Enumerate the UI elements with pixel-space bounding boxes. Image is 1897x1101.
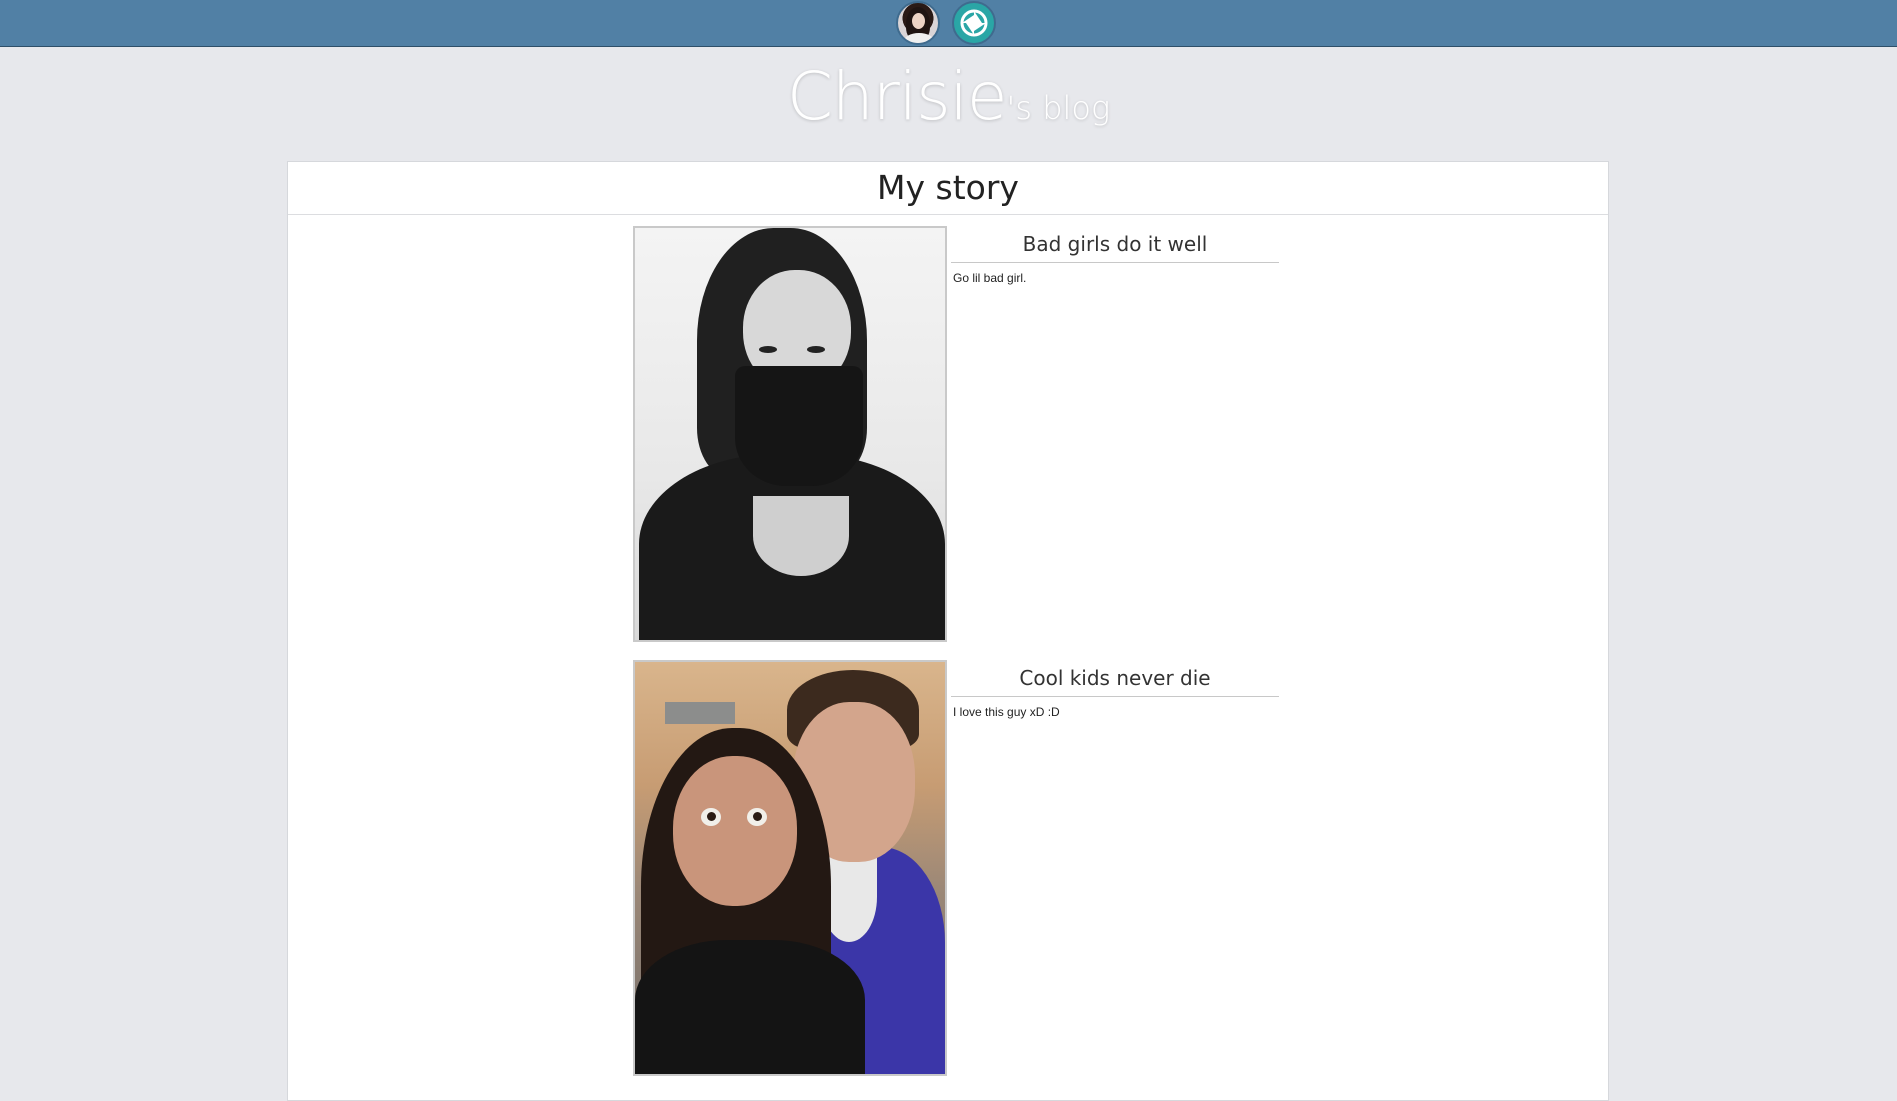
photo-eye [701,808,721,826]
avatar-body [904,33,934,43]
photo-girl-face [673,756,797,906]
photos-icon[interactable] [952,1,996,45]
photo-black-shirt [635,940,865,1074]
photo-ceiling-vent [665,702,735,724]
top-navigation-bar [0,0,1897,47]
photo-chest [753,496,849,576]
avatar-face [912,13,925,29]
shutter-icon [960,9,988,37]
post-body: I love this guy xD :D [953,705,1060,719]
post-title[interactable]: Cool kids never die [951,666,1279,697]
post-title[interactable]: Bad girls do it well [951,232,1279,263]
post-photo[interactable] [633,226,947,642]
blog-name: Chrisie [786,58,1008,135]
photo-eye [747,808,767,826]
post-photo[interactable] [633,660,947,1076]
profile-avatar[interactable] [896,1,940,45]
photo-scarf [735,366,863,486]
photo-eye [759,346,777,353]
blog-title: Chrisie's blog [0,58,1897,135]
post-body: Go lil bad girl. [953,271,1027,285]
story-panel: My story Bad girls do it well Go lil bad… [287,161,1609,1101]
photo-eye [807,346,825,353]
section-title: My story [288,162,1608,215]
blog-title-suffix: 's blog [1006,89,1111,127]
